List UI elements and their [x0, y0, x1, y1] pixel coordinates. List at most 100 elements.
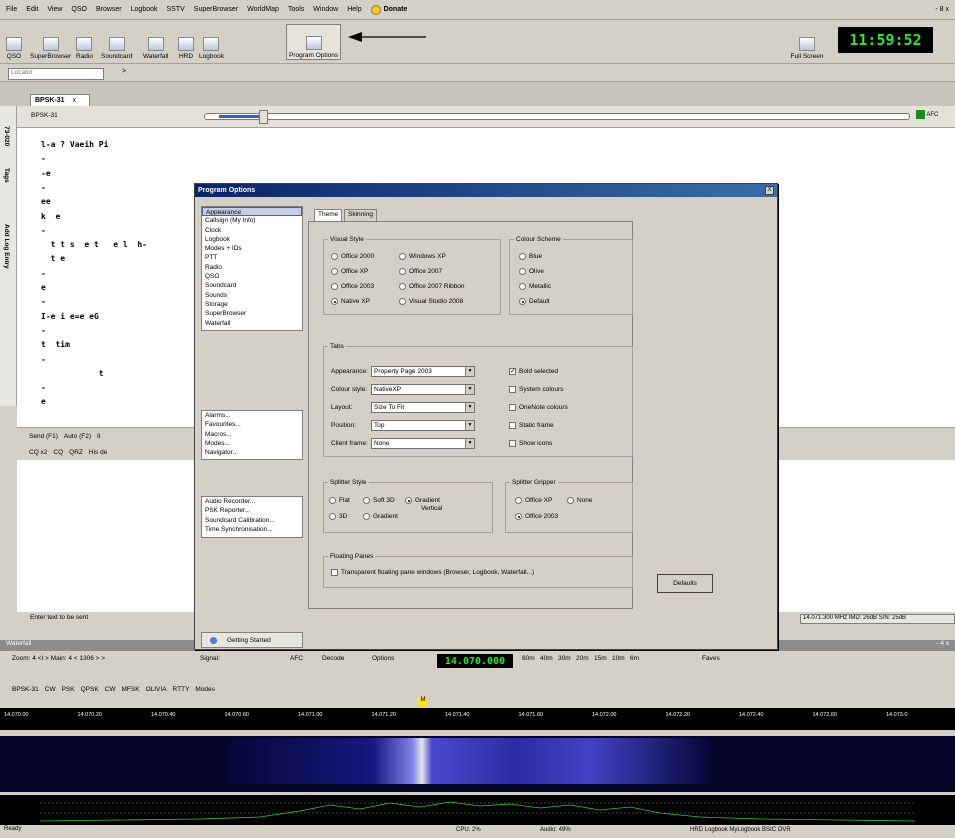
splitter-flat[interactable]: Flat — [329, 497, 350, 504]
visual-style-native-xp[interactable]: Native XP — [331, 298, 370, 305]
splitter-3d[interactable]: 3D — [329, 513, 347, 520]
check-system-colours[interactable]: System colours — [509, 386, 563, 393]
tabs-layout-dropdown[interactable]: Size To Fit ▼ — [371, 402, 475, 413]
toolbar-soundcard-button[interactable]: Soundcard — [101, 24, 132, 60]
pause-button[interactable]: II — [97, 433, 101, 440]
nav-item-storage[interactable]: Storage — [202, 300, 302, 309]
menu-logbook[interactable]: Logbook — [131, 6, 158, 13]
menu-qso[interactable]: QSO — [71, 6, 87, 13]
check-show-icons[interactable]: Show icons — [509, 440, 552, 447]
toolbar-qso-button[interactable]: QSO — [6, 24, 22, 60]
visual-style-office-2007[interactable]: Office 2007 — [399, 268, 442, 275]
nav-item-clock[interactable]: Clock — [202, 226, 302, 235]
colour-scheme-olive[interactable]: Olive — [519, 268, 544, 275]
nav-item-favourites[interactable]: Favourites... — [202, 420, 302, 429]
nav-item-psk-reporter[interactable]: PSK Reporter... — [202, 506, 302, 515]
nav-item-appearance[interactable]: Appearance — [202, 207, 302, 217]
tuning-marker[interactable]: M — [418, 697, 428, 707]
macro-his-de[interactable]: His de — [89, 449, 107, 456]
visual-style-windows-xp[interactable]: Windows XP — [399, 253, 446, 260]
check-static-frame[interactable]: Static frame — [509, 422, 554, 429]
macro-cq[interactable]: CQ — [53, 449, 63, 456]
menu-help[interactable]: Help — [347, 6, 361, 13]
check-transparent-floating-panes[interactable]: Transparent floating pane windows (Brows… — [331, 569, 534, 576]
colour-scheme-blue[interactable]: Blue — [519, 253, 542, 260]
toolbar-radio-button[interactable]: Radio — [76, 24, 93, 60]
toolbar-logbook-button[interactable]: Logbook — [199, 24, 224, 60]
dialog-close-button[interactable]: X — [765, 186, 774, 195]
tab-theme[interactable]: Theme — [314, 209, 343, 221]
mode-bpsk31[interactable]: BPSK-31 — [12, 686, 39, 693]
menu-sstv[interactable]: SSTV — [167, 6, 185, 13]
visual-style-office-2003[interactable]: Office 2003 — [331, 283, 374, 290]
nav-item-macros[interactable]: Macros... — [202, 430, 302, 439]
mode-mfsk[interactable]: MFSK — [122, 686, 140, 693]
colour-scheme-default[interactable]: Default — [519, 298, 550, 305]
nav-item-ptt[interactable]: PTT — [202, 253, 302, 262]
locator-input[interactable]: Locator — [8, 68, 104, 80]
band-15m[interactable]: 15m — [594, 655, 607, 662]
waterfall-display[interactable] — [0, 736, 955, 792]
splitter-gradient[interactable]: Gradient — [363, 513, 398, 520]
visual-style-office-2000[interactable]: Office 2000 — [331, 253, 374, 260]
window-controls[interactable]: - 8 x — [935, 6, 949, 13]
faves-button[interactable]: Faves — [702, 655, 720, 662]
menu-view[interactable]: View — [47, 6, 62, 13]
toolbar-superbrowser-button[interactable]: SuperBrowser — [30, 24, 71, 60]
visual-style-visual-studio-2008[interactable]: Visual Studio 2008 — [399, 298, 463, 305]
mode-cw[interactable]: CW — [45, 686, 56, 693]
gripper-none[interactable]: None — [567, 497, 593, 504]
visual-style-office-xp[interactable]: Office XP — [331, 268, 368, 275]
nav-item-alarms[interactable]: Alarms... — [202, 411, 302, 420]
tabs-colour-style-dropdown[interactable]: NativeXP ▼ — [371, 384, 475, 395]
modes-button[interactable]: Modes — [195, 686, 215, 693]
mode-olivia[interactable]: OLIVIA — [146, 686, 167, 693]
menu-browser[interactable]: Browser — [96, 6, 122, 13]
mode-cw2[interactable]: CW — [105, 686, 116, 693]
band-80m[interactable]: 80m — [522, 655, 535, 662]
band-30m[interactable]: 30m — [558, 655, 571, 662]
tabs-client-frame-dropdown[interactable]: None ▼ — [371, 438, 475, 449]
nav-item-audio-recorder[interactable]: Audio Recorder... — [202, 497, 302, 506]
decode-button[interactable]: Decode — [322, 655, 344, 662]
tx-level-slider[interactable] — [204, 110, 910, 124]
toolbar-hrd-button[interactable]: HRD — [178, 24, 194, 60]
nav-item-navigator[interactable]: Navigator... — [202, 448, 302, 457]
menu-worldmap[interactable]: WorldMap — [247, 6, 279, 13]
band-40m[interactable]: 40m — [540, 655, 553, 662]
macro-qrz[interactable]: QRZ — [69, 449, 83, 456]
menu-edit[interactable]: Edit — [26, 6, 38, 13]
send-button[interactable]: Send (F1) — [29, 433, 58, 440]
waterfall-afc-button[interactable]: AFC — [290, 655, 303, 662]
toolbar-program-options-button[interactable]: Program Options — [286, 24, 342, 60]
colour-scheme-metallic[interactable]: Metallic — [519, 283, 551, 290]
mode-rtty[interactable]: RTTY — [173, 686, 190, 693]
check-bold-selected[interactable]: ✓ Bold selected — [509, 368, 558, 375]
mode-psk[interactable]: PSK — [62, 686, 75, 693]
tab-skinning[interactable]: Skinning — [344, 209, 377, 221]
slider-thumb[interactable] — [259, 110, 268, 124]
nav-item-radio[interactable]: Radio — [202, 263, 302, 272]
waterfall-options-button[interactable]: Options — [372, 655, 394, 662]
band-10m[interactable]: 10m — [612, 655, 625, 662]
gripper-office-2003[interactable]: Office 2003 — [515, 513, 558, 520]
side-tab-tags[interactable]: Tags — [3, 168, 10, 183]
mode-dropdown[interactable]: BPSK-31 — [31, 112, 58, 119]
toolbar-waterfall-button[interactable]: Waterfall — [143, 24, 168, 60]
menu-donate[interactable]: Donate — [370, 4, 407, 15]
band-20m[interactable]: 20m — [576, 655, 589, 662]
menu-tools[interactable]: Tools — [288, 6, 304, 13]
nav-item-soundcard-calibration[interactable]: Soundcard Calibration... — [202, 516, 302, 525]
splitter-gradient-vertical[interactable]: Gradient — [405, 497, 440, 504]
zoom-controls[interactable]: Zoom: 4 <I > Main: 4 < 1306 > > — [12, 655, 105, 662]
defaults-button[interactable]: Defaults — [657, 574, 713, 593]
check-onenote-colours[interactable]: OneNote colours — [509, 404, 568, 411]
splitter-soft-3d[interactable]: Soft 3D — [363, 497, 395, 504]
nav-item-soundcard[interactable]: Soundcard — [202, 281, 302, 290]
tab-close-icon[interactable]: x — [73, 97, 77, 104]
nav-item-callsign-my-info[interactable]: Callsign (My Info) — [202, 216, 302, 225]
macro-cq-x2[interactable]: CQ x2 — [29, 449, 47, 456]
nav-item-sounds[interactable]: Sounds — [202, 291, 302, 300]
nav-item-modes[interactable]: Modes... — [202, 439, 302, 448]
nav-item-waterfall[interactable]: Waterfall — [202, 319, 302, 328]
